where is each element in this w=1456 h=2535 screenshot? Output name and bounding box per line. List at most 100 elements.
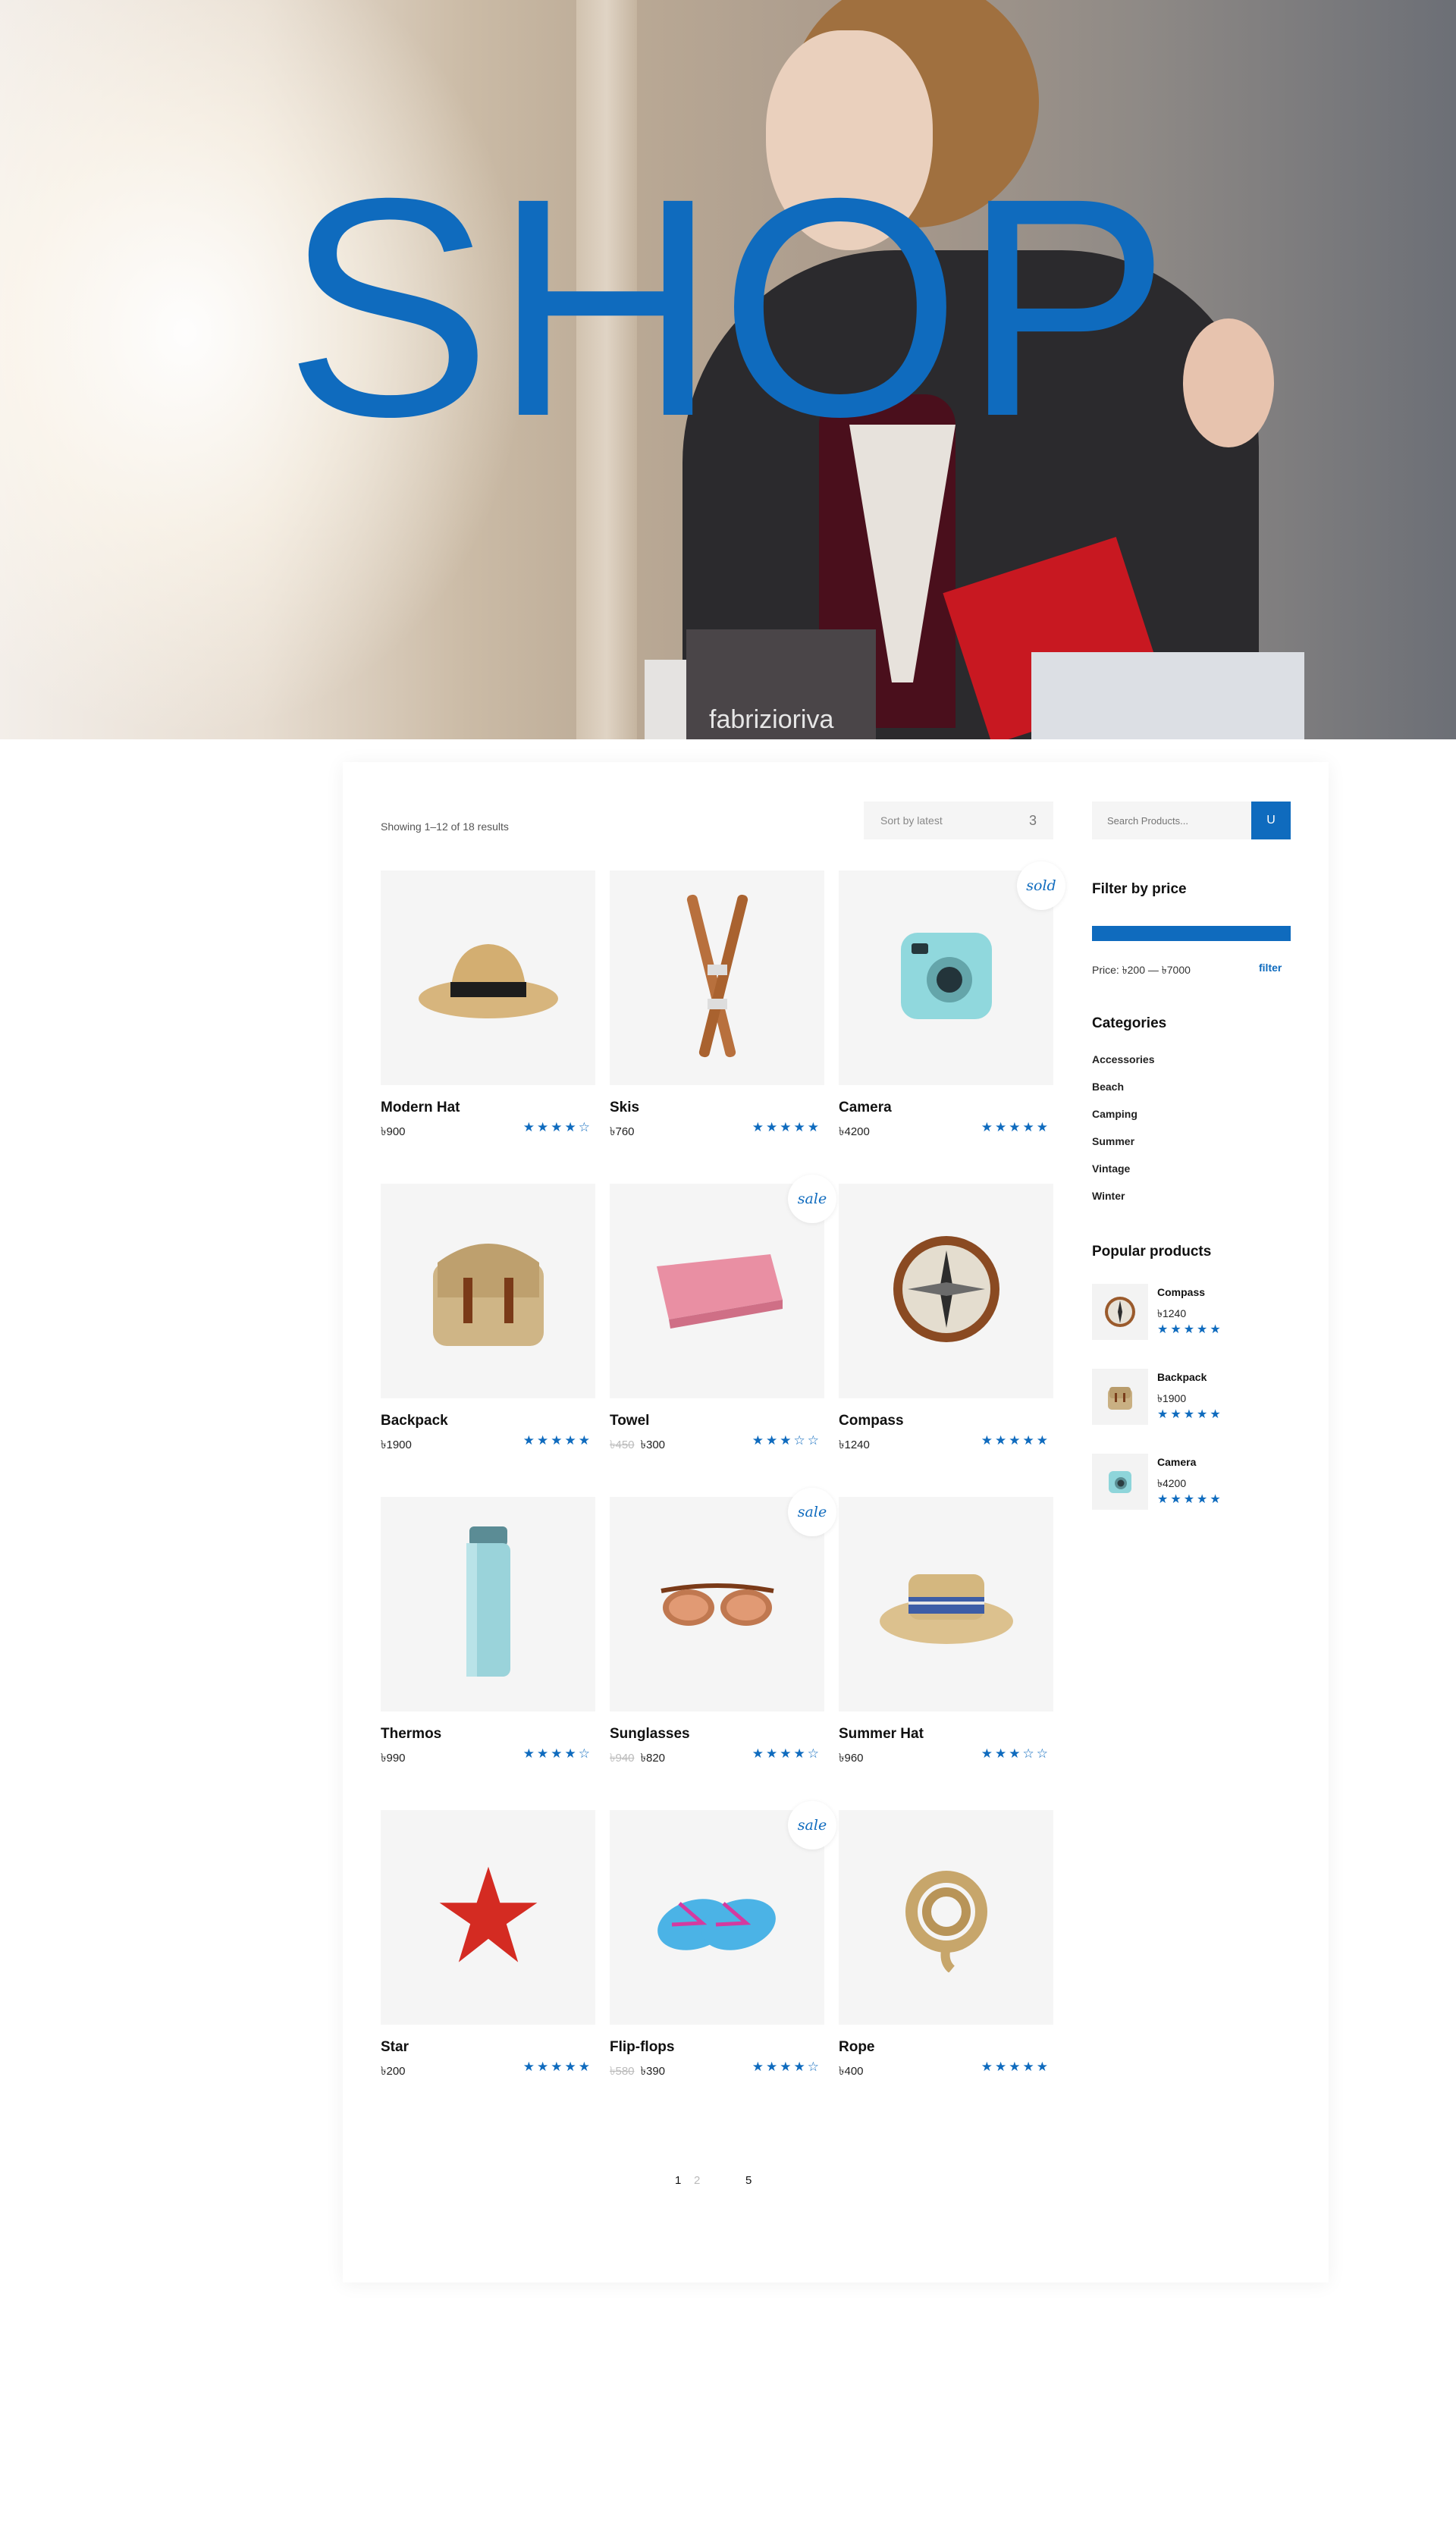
- product-price: ৳1900: [381, 1436, 412, 1455]
- product-image[interactable]: [839, 1184, 1053, 1398]
- old-price: ৳940: [610, 1752, 635, 1765]
- product-card: Compass ৳1240 ★★★★★: [839, 1184, 1053, 1451]
- compass-icon[interactable]: [1092, 1284, 1148, 1340]
- rating-stars: ★★★★☆: [522, 1746, 592, 1761]
- product-name[interactable]: Thermos: [381, 1726, 441, 1743]
- current-price: ৳200: [381, 2065, 406, 2078]
- product-card: Skis ৳760 ★★★★★: [610, 871, 824, 1138]
- categories-title: Categories: [1092, 1015, 1167, 1031]
- product-price: ৳960: [839, 1749, 864, 1768]
- product-card: Backpack ৳1900 ★★★★★: [381, 1184, 595, 1451]
- product-card: Thermos ৳990 ★★★★☆: [381, 1497, 595, 1765]
- current-price: ৳900: [381, 1125, 406, 1138]
- product-price: ৳200: [381, 2063, 406, 2082]
- product-image[interactable]: sale: [610, 1801, 836, 2025]
- rope-icon: [890, 1859, 1003, 1976]
- sale-badge: sale: [788, 1175, 836, 1223]
- backpack-icon[interactable]: [1092, 1369, 1148, 1425]
- product-name[interactable]: Backpack: [381, 1413, 448, 1429]
- product-image[interactable]: sale: [610, 1175, 836, 1398]
- rating-stars: ★★★★★: [1157, 1323, 1223, 1336]
- old-price: ৳450: [610, 1438, 635, 1451]
- sort-select[interactable]: Sort by latest 3: [864, 802, 1053, 839]
- current-price: ৳1240: [839, 1438, 870, 1451]
- product-name[interactable]: Flip-flops: [610, 2039, 674, 2056]
- rating-stars: ★★★★★: [981, 1120, 1050, 1134]
- category-link[interactable]: Winter: [1092, 1190, 1125, 1202]
- current-price: ৳990: [381, 1752, 406, 1765]
- product-image[interactable]: [610, 871, 824, 1085]
- category-link[interactable]: Summer: [1092, 1135, 1134, 1147]
- product-price: ৳990: [381, 1749, 406, 1768]
- popular-product-name[interactable]: Compass: [1157, 1286, 1205, 1298]
- product-image[interactable]: [381, 1810, 595, 2025]
- current-price: ৳760: [610, 1125, 635, 1138]
- current-price: ৳300: [640, 1438, 666, 1451]
- popular-title: Popular products: [1092, 1244, 1212, 1260]
- product-name[interactable]: Modern Hat: [381, 1100, 460, 1116]
- product-name[interactable]: Rope: [839, 2039, 875, 2056]
- current-price: ৳400: [839, 2065, 864, 2078]
- category-link[interactable]: Accessories: [1092, 1053, 1155, 1065]
- product-image[interactable]: [381, 1184, 595, 1398]
- product-name[interactable]: Summer Hat: [839, 1726, 924, 1743]
- product-price: ৳900: [381, 1123, 406, 1142]
- current-price: ৳390: [640, 2065, 666, 2078]
- flip-flops-icon: [649, 1870, 786, 1965]
- product-image[interactable]: [839, 1497, 1053, 1711]
- hat-icon: [413, 923, 564, 1033]
- current-price: ৳4200: [839, 1125, 870, 1138]
- page-title: SHOP: [284, 133, 1172, 481]
- product-image[interactable]: [839, 1810, 1053, 2025]
- product-name[interactable]: Skis: [610, 1100, 639, 1116]
- current-price: ৳820: [640, 1752, 666, 1765]
- hero-bag-white: [1031, 652, 1304, 739]
- product-name[interactable]: Star: [381, 2039, 409, 2056]
- starfish-icon: [435, 1862, 541, 1972]
- category-link[interactable]: Beach: [1092, 1081, 1124, 1093]
- sale-badge: sale: [788, 1801, 836, 1849]
- rating-stars: ★★★★★: [1157, 1493, 1223, 1506]
- product-price: ৳450 ৳300: [610, 1436, 665, 1455]
- filter-button[interactable]: filter: [1259, 962, 1282, 974]
- category-link[interactable]: Camping: [1092, 1108, 1138, 1120]
- search-button[interactable]: U: [1251, 802, 1291, 839]
- popular-product: Backpack ৳1900 ★★★★★: [1092, 1369, 1291, 1429]
- old-price: ৳580: [610, 2065, 635, 2078]
- category-link[interactable]: Vintage: [1092, 1162, 1130, 1175]
- shop-card: Showing 1–12 of 18 results Sort by lates…: [343, 762, 1329, 2282]
- popular-product-name[interactable]: Camera: [1157, 1456, 1196, 1468]
- product-name[interactable]: Towel: [610, 1413, 649, 1429]
- product-name[interactable]: Compass: [839, 1413, 904, 1429]
- sunglasses-icon: [657, 1568, 778, 1640]
- product-card: sold Camera ৳4200 ★★★★★: [839, 861, 1065, 1138]
- backpack-icon: [416, 1225, 560, 1357]
- hero-banner: fabrizioriva SHOP: [0, 0, 1456, 739]
- product-image[interactable]: [381, 1497, 595, 1711]
- rating-stars: ★★★★☆: [752, 2060, 821, 2074]
- page-link[interactable]: 5: [745, 2174, 752, 2187]
- product-card: Modern Hat ৳900 ★★★★☆: [381, 871, 595, 1138]
- towel-icon: [642, 1244, 793, 1338]
- page-link[interactable]: 2: [694, 2174, 700, 2187]
- product-image[interactable]: sale: [610, 1488, 836, 1711]
- popular-product-name[interactable]: Backpack: [1157, 1371, 1207, 1383]
- rating-stars: ★★★☆☆: [981, 1746, 1050, 1761]
- product-price: ৳940 ৳820: [610, 1749, 665, 1768]
- search-input[interactable]: [1092, 802, 1251, 839]
- sale-badge: sale: [788, 1488, 836, 1536]
- product-name[interactable]: Sunglasses: [610, 1726, 690, 1743]
- rating-stars: ★★★★★: [1157, 1408, 1223, 1421]
- product-card: Summer Hat ৳960 ★★★☆☆: [839, 1497, 1053, 1765]
- product-card: Star ৳200 ★★★★★: [381, 1810, 595, 2078]
- skis-icon: [676, 893, 759, 1063]
- popular-product: Camera ৳4200 ★★★★★: [1092, 1454, 1291, 1514]
- rating-stars: ★★★☆☆: [752, 1433, 821, 1448]
- page-link[interactable]: 1: [675, 2174, 681, 2187]
- price-slider[interactable]: [1092, 926, 1291, 941]
- rating-stars: ★★★★★: [981, 2060, 1050, 2074]
- camera-icon[interactable]: [1092, 1454, 1148, 1510]
- product-image[interactable]: [381, 871, 595, 1085]
- product-name[interactable]: Camera: [839, 1100, 892, 1116]
- product-image[interactable]: sold: [839, 861, 1065, 1085]
